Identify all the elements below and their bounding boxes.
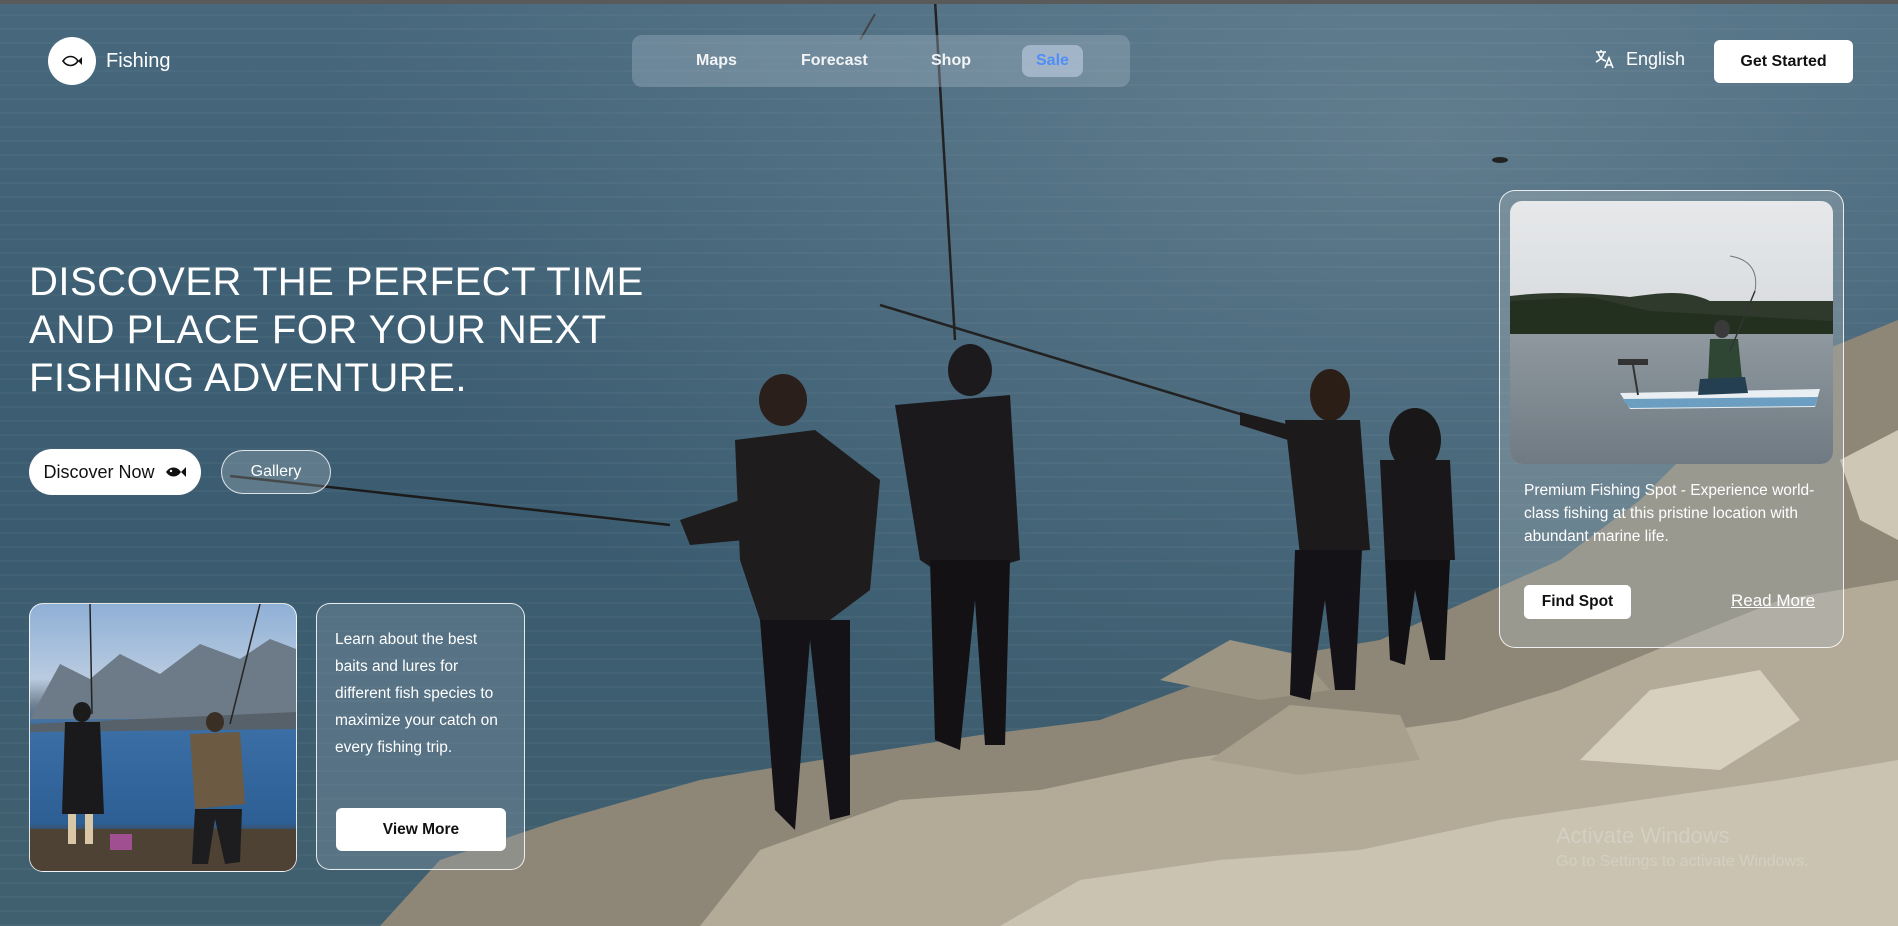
brand-logo[interactable]: Fishing (48, 37, 170, 85)
language-label: English (1626, 48, 1686, 69)
hero-title: DISCOVER THE PERFECT TIME AND PLACE FOR … (29, 260, 644, 400)
nav-item-maps[interactable]: Maps (682, 45, 751, 77)
gallery-button[interactable]: Gallery (221, 450, 331, 494)
boat-angler-photo (1510, 201, 1833, 464)
fish-icon (165, 467, 186, 477)
premium-spot-text: Premium Fishing Spot - Experience world-… (1524, 482, 1815, 545)
get-started-button[interactable]: Get Started (1714, 40, 1853, 83)
read-more-link[interactable]: Read More (1731, 591, 1815, 611)
anglers-photo-card[interactable] (29, 603, 297, 872)
view-more-button[interactable]: View More (336, 808, 506, 851)
language-selector[interactable]: English (1594, 48, 1685, 70)
nav-item-forecast[interactable]: Forecast (787, 45, 882, 77)
discover-now-label: Discover Now (43, 461, 155, 482)
brand-name: Fishing (106, 49, 171, 72)
find-spot-button[interactable]: Find Spot (1524, 585, 1631, 619)
watermark-subtitle: Go to Settings to activate Windows. (1556, 853, 1809, 870)
main-nav: Maps Forecast Shop Sale (632, 35, 1130, 87)
discover-now-button[interactable]: Discover Now (29, 449, 201, 495)
premium-spot-card: Premium Fishing Spot - Experience world-… (1499, 190, 1844, 648)
nav-item-shop[interactable]: Shop (917, 45, 985, 77)
baits-info-text: Learn about the best baits and lures for… (335, 631, 498, 756)
activate-windows-watermark: Activate Windows Go to Settings to activ… (1556, 823, 1809, 871)
nav-item-sale[interactable]: Sale (1022, 45, 1083, 77)
fish-icon (48, 37, 96, 85)
watermark-title: Activate Windows (1556, 823, 1730, 848)
pier-anglers-photo (30, 604, 296, 871)
baits-info-card: Learn about the best baits and lures for… (316, 603, 525, 870)
translate-icon (1595, 50, 1614, 69)
top-border (0, 0, 1898, 4)
